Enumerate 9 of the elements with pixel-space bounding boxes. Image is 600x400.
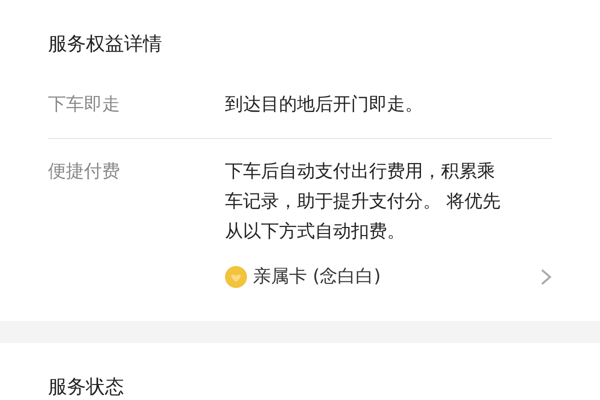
section-title: 服务权益详情 [48, 32, 162, 57]
section-title: 服务状态 [48, 375, 124, 400]
row-label: 下车即走 [48, 93, 121, 117]
coin-icon [225, 266, 247, 288]
row-label: 便捷付费 [48, 160, 121, 184]
row-description: 到达目的地后开门即走。 [225, 93, 424, 117]
chevron-right-icon[interactable] [540, 268, 552, 286]
row-description: 下车后自动支付出行费用，积累乘车记录，助于提升支付分。 将优先从以下方式自动扣费。 [225, 160, 502, 244]
payment-method[interactable]: 亲属卡 (念白白) [253, 263, 381, 291]
